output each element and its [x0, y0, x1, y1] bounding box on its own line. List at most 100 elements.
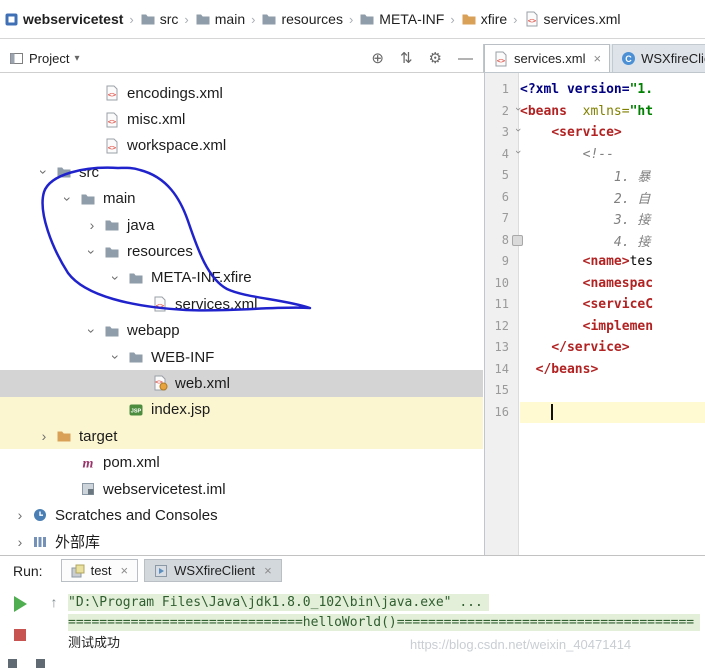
tree-item-pom-xml[interactable]: m pom.xml — [0, 449, 483, 475]
fold-chevron-icon[interactable]: › — [512, 107, 524, 111]
chevron-down-icon[interactable]: › — [84, 242, 100, 262]
tree-item-src[interactable]: › src — [0, 159, 483, 185]
folder-icon — [102, 217, 122, 233]
line-number: 16 — [494, 404, 509, 419]
tree-item-index-jsp[interactable]: JSP index.jsp — [0, 396, 483, 424]
editor-code-area[interactable]: <?xml version= "1. <beans xmlns= "ht <servi… — [520, 79, 705, 423]
run-toolwindow: Run: test × WSXfireClient × ↑ "D:\Program F… — [0, 555, 705, 670]
tree-item-meta-inf-xfire[interactable]: › META-INF.xfire — [0, 265, 483, 291]
stop-button[interactable] — [14, 629, 26, 641]
chevron-right-icon[interactable]: › — [82, 217, 102, 233]
tree-item-services-xml[interactable]: <> services.xml — [0, 291, 483, 317]
watermark: https://blog.csdn.net/weixin_40471414 — [410, 637, 632, 652]
collapse-all-icon[interactable]: ⇅ — [400, 49, 413, 67]
tree-item-main[interactable]: › main — [0, 186, 483, 212]
tree-item-item[interactable]: › 外部库 — [0, 529, 483, 555]
code-line-1[interactable]: <?xml version= "1. — [520, 79, 705, 101]
code-line-12[interactable]: <implemen — [520, 316, 705, 338]
code-line-10[interactable]: <namespac — [520, 273, 705, 295]
chevron-down-icon[interactable]: › — [108, 268, 124, 288]
tree-item-workspace-xml[interactable]: <> workspace.xml — [0, 133, 483, 159]
chevron-right-icon[interactable]: › — [34, 428, 54, 444]
code-line-3[interactable]: <service> — [520, 122, 705, 144]
code-line-15[interactable] — [520, 380, 705, 402]
fold-chevron-icon[interactable]: › — [512, 150, 524, 154]
code-line-5[interactable]: 1. 暴 — [520, 165, 705, 187]
tree-item-web-xml[interactable]: <> web.xml — [0, 370, 483, 397]
editor-tab-wsxfireclient[interactable]: CWSXfireClient× — [612, 44, 705, 72]
fold-chevron-icon[interactable]: › — [512, 128, 524, 132]
chevron-down-icon[interactable]: › — [84, 321, 100, 341]
breadcrumb-item-src[interactable]: src — [140, 11, 178, 27]
code-line-2[interactable]: <beans xmlns= "ht — [520, 101, 705, 123]
tree-item-misc-xml[interactable]: <> misc.xml — [0, 106, 483, 132]
code-token: <name> — [582, 254, 630, 270]
close-icon[interactable]: × — [594, 51, 602, 66]
code-line-13[interactable]: </service> — [520, 337, 705, 359]
chevron-down-icon[interactable]: › — [108, 347, 124, 367]
breadcrumb-item-services-xml[interactable]: <> services.xml — [524, 11, 621, 27]
code-line-16[interactable] — [520, 401, 705, 423]
line-number: 6 — [501, 189, 509, 204]
breadcrumb-item-xfire[interactable]: xfire — [461, 11, 507, 27]
code-line-7[interactable]: 3. 接 — [520, 208, 705, 230]
tree-item-target[interactable]: › target — [0, 423, 483, 450]
project-toolwindow-icon[interactable] — [10, 52, 23, 65]
editor-panel[interactable]: 1 2 › 3 › 4 › 5 6 7 8 9 10 11 12 13 14 15 16 <?xml version… — [484, 73, 705, 555]
settings-gear-icon[interactable]: ⚙ — [429, 49, 442, 67]
code-token: </beans> — [535, 361, 599, 377]
breadcrumb-item-meta-inf[interactable]: META-INF — [359, 11, 444, 27]
rerun-button[interactable] — [13, 596, 27, 612]
run-tab-test[interactable]: test × — [60, 559, 139, 583]
breadcrumb-item-webservicetest[interactable]: webservicetest — [4, 11, 123, 27]
code-token: tes — [629, 254, 654, 270]
code-token: 3. 接 — [613, 213, 651, 229]
chevron-down-icon[interactable]: › — [60, 189, 76, 209]
breadcrumb-separator: › — [129, 11, 134, 27]
close-icon[interactable]: × — [264, 563, 272, 578]
chevron-down-icon[interactable]: ▾ — [74, 53, 79, 64]
up-arrow-icon[interactable]: ↑ — [51, 594, 58, 610]
chevron-right-icon[interactable]: › — [10, 507, 30, 523]
breadcrumb-item-resources[interactable]: resources — [261, 11, 343, 27]
toolwindow-stripe-icon[interactable] — [36, 659, 45, 668]
tree-item-java[interactable]: › java — [0, 212, 483, 238]
tree-item-encodings-xml[interactable]: <> encodings.xml — [0, 80, 483, 106]
tree-item-label: resources — [127, 243, 193, 261]
code-line-8[interactable]: 4. 接 — [520, 230, 705, 252]
console-gutter: ↑ — [40, 587, 68, 670]
breadcrumb-item-main[interactable]: main — [195, 11, 245, 27]
tree-item-scratches-and-consoles[interactable]: › Scratches and Consoles — [0, 502, 483, 528]
project-tree-panel: <> encodings.xml <> misc.xml <> workspace.xml… — [0, 73, 483, 555]
locate-icon[interactable]: ⊕ — [371, 49, 384, 67]
tree-item-web-inf[interactable]: › WEB-INF — [0, 344, 483, 370]
line-number: 12 — [494, 318, 509, 333]
editor-tab-services-xml[interactable]: <> services.xml × — [484, 44, 611, 72]
hide-panel-icon[interactable]: — — [458, 50, 473, 67]
line-number: 11 — [494, 297, 509, 311]
code-token: "ht — [629, 103, 654, 119]
code-line-14[interactable]: </beans> — [520, 359, 705, 381]
close-icon[interactable]: × — [121, 563, 129, 578]
xml-file-icon: <> — [102, 138, 122, 154]
project-tree: <> encodings.xml <> misc.xml <> workspace.xml… — [0, 80, 483, 555]
tree-item-resources[interactable]: › resources — [0, 238, 483, 264]
code-line-11[interactable]: <serviceC — [520, 294, 705, 316]
run-tab-wsxfireclient[interactable]: WSXfireClient × — [144, 559, 282, 583]
tree-item-webservicetest-iml[interactable]: webservicetest.iml — [0, 476, 483, 502]
tree-item-webapp[interactable]: › webapp — [0, 318, 483, 344]
gutter-marker-icon[interactable] — [512, 234, 523, 246]
code-line-6[interactable]: 2. 自 — [520, 187, 705, 209]
line-number: 7 — [501, 211, 509, 225]
code-line-4[interactable]: <!-- — [520, 144, 705, 166]
code-line-9[interactable]: <name> tes — [520, 251, 705, 273]
tree-item-label: src — [79, 163, 99, 181]
code-token: 2. 自 — [613, 191, 651, 207]
line-number: 10 — [494, 275, 509, 290]
chevron-down-icon[interactable]: › — [36, 162, 52, 182]
chevron-right-icon[interactable]: › — [10, 534, 30, 550]
folder-icon — [102, 244, 122, 260]
toolwindow-stripe-icon[interactable] — [8, 659, 17, 668]
project-panel-title[interactable]: Project — [29, 51, 69, 66]
